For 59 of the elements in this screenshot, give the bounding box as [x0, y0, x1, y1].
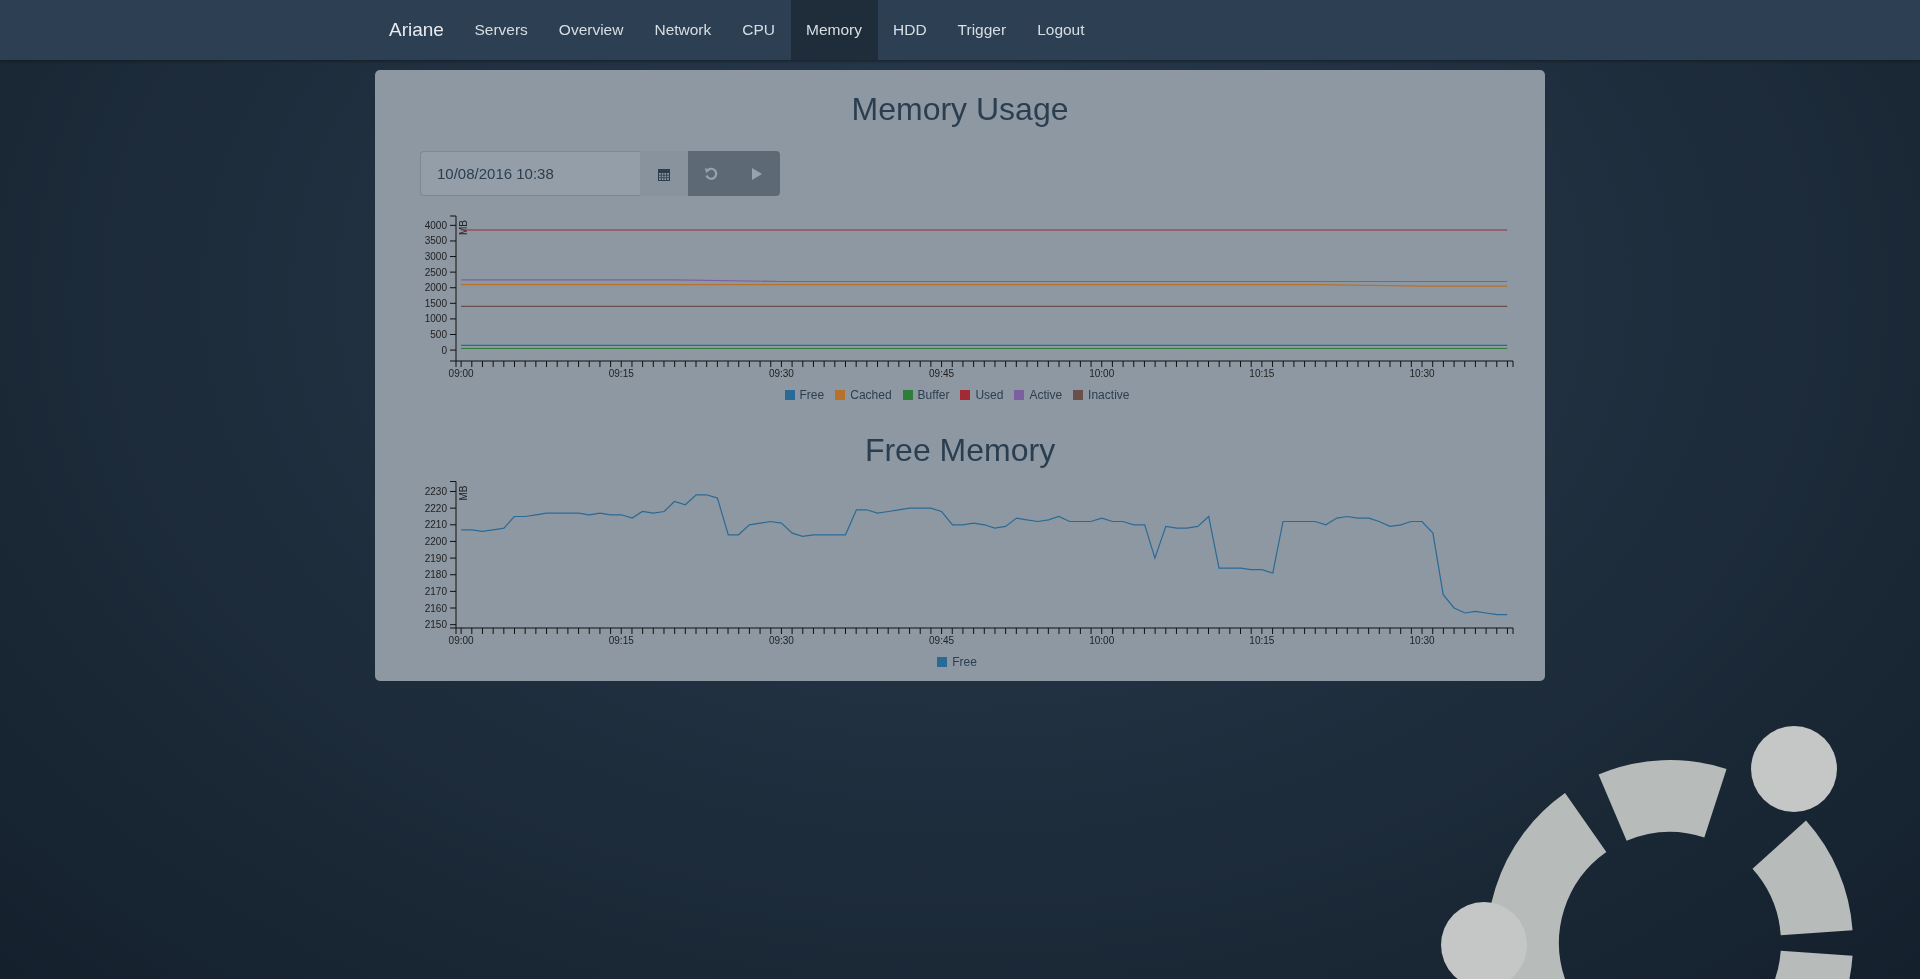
play-icon — [751, 166, 763, 181]
tick-label: 2180 — [424, 569, 447, 581]
tick-label: 10:15 — [1249, 635, 1275, 646]
section-heading: Memory Usage — [850, 90, 1070, 129]
nav-link[interactable]: Logout — [1021, 0, 1101, 60]
tick-label: 2160 — [424, 602, 447, 614]
tick-label: 3500 — [424, 235, 447, 247]
tick-label: 2000 — [424, 282, 447, 294]
nav-link[interactable]: HDD — [877, 0, 943, 60]
nav-link[interactable]: Network — [638, 0, 727, 60]
brand-link[interactable]: Ariane — [375, 0, 459, 60]
tick-label: 10:30 — [1409, 368, 1435, 379]
tick-label: 09:15 — [608, 635, 634, 646]
refresh-button[interactable] — [688, 151, 734, 196]
tick-label: 2500 — [424, 266, 447, 278]
tick-label: 09:30 — [768, 635, 794, 646]
nav-link[interactable]: Overview — [543, 0, 639, 60]
tick-label: 500 — [430, 329, 447, 340]
nav-link[interactable]: Servers — [458, 0, 544, 60]
section-heading: Free Memory — [863, 431, 1057, 470]
calendar-button[interactable] — [640, 151, 688, 196]
tick-label: 2210 — [424, 519, 447, 531]
tick-label: 2230 — [424, 486, 447, 497]
refresh-icon — [704, 166, 718, 181]
tick-label: 1500 — [424, 297, 447, 309]
tick-label: 09:45 — [929, 368, 955, 379]
legend-label: Active — [1029, 388, 1063, 402]
tick-label: 0 — [441, 344, 447, 356]
legend-label: Buffer — [917, 388, 950, 402]
tick-label: 09:15 — [608, 368, 634, 379]
legend-label: Cached — [850, 388, 892, 402]
calendar-icon — [657, 166, 671, 181]
legend-label: Used — [975, 388, 1004, 402]
tick-label: 10:15 — [1249, 368, 1275, 379]
tick-label: 1000 — [424, 313, 447, 325]
tick-label: 2200 — [424, 535, 447, 547]
nav-link[interactable]: CPU — [726, 0, 791, 60]
axis-title: MB — [458, 485, 469, 501]
tick-label: 2150 — [424, 619, 447, 631]
legend-label: Free — [952, 655, 977, 669]
tick-label: 09:45 — [929, 635, 955, 646]
tick-label: 3000 — [424, 251, 447, 263]
tick-label: 09:00 — [448, 368, 474, 379]
tick-label: 10:00 — [1089, 368, 1115, 379]
legend-label: Inactive — [1088, 388, 1130, 402]
nav-link[interactable]: Trigger — [942, 0, 1022, 60]
axis-title: MB — [458, 220, 469, 235]
tick-label: 10:00 — [1089, 635, 1115, 646]
play-button[interactable] — [734, 151, 780, 196]
tick-label: 10:30 — [1409, 635, 1435, 646]
date-field[interactable]: 10/08/2016 10:38 — [420, 151, 640, 196]
tick-label: 2170 — [424, 585, 447, 597]
nav-link[interactable]: Memory — [790, 0, 878, 60]
legend-label: Free — [799, 388, 825, 402]
tick-label: 2220 — [424, 502, 447, 514]
tick-label: 4000 — [424, 219, 447, 231]
tick-label: 09:00 — [448, 635, 474, 646]
tick-label: 2190 — [424, 552, 447, 564]
tick-label: 09:30 — [768, 368, 794, 379]
